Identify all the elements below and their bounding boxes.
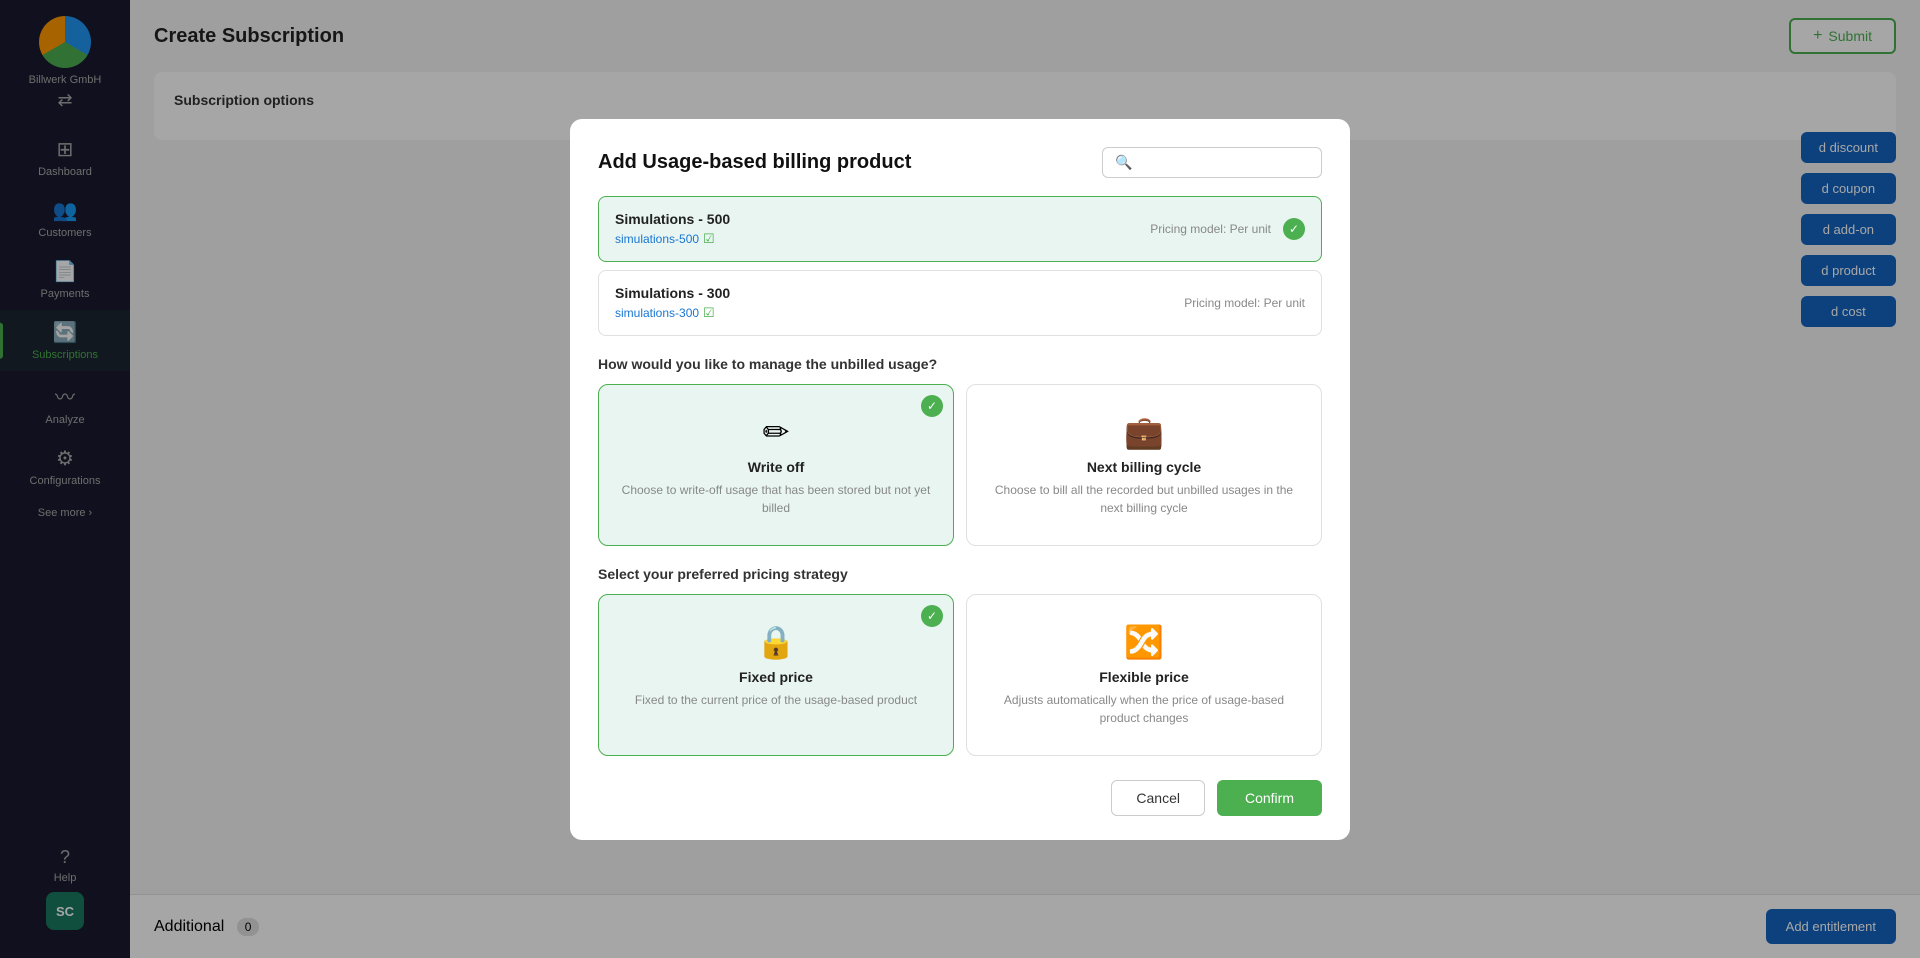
modal-dialog: Add Usage-based billing product 🔍 Simula… [570,119,1350,840]
search-box[interactable]: 🔍 [1102,147,1322,178]
product-name: Simulations - 300 [615,285,730,301]
pricing-model: Pricing model: Per unit [1150,222,1271,236]
option-next-billing[interactable]: 💼 Next billing cycle Choose to bill all … [966,384,1322,546]
product-item-info: Simulations - 500 simulations-500 ☑ [615,211,730,247]
write-off-icon: ✏ [619,413,933,451]
modal-title: Add Usage-based billing product [598,151,911,174]
fixed-price-icon: 🔒 [619,623,933,661]
product-item-right: Pricing model: Per unit ✓ [1150,218,1305,240]
option-selected-check: ✓ [921,605,943,627]
product-id: simulations-500 ☑ [615,231,730,247]
unbilled-options-grid: ✓ ✏ Write off Choose to write-off usage … [598,384,1322,546]
product-list: Simulations - 500 simulations-500 ☑ Pric… [598,196,1322,336]
confirm-button[interactable]: Confirm [1217,780,1322,816]
pricing-section-label: Select your preferred pricing strategy [598,566,1322,582]
option-title: Write off [619,459,933,475]
search-input[interactable] [1140,155,1309,170]
confirm-label: Confirm [1245,790,1294,806]
product-id: simulations-300 ☑ [615,305,730,321]
option-desc: Choose to write-off usage that has been … [619,481,933,517]
cancel-label: Cancel [1136,790,1180,806]
billing-cycle-icon: 💼 [987,413,1301,451]
product-name: Simulations - 500 [615,211,730,227]
option-flexible-price[interactable]: 🔀 Flexible price Adjusts automatically w… [966,594,1322,756]
verified-icon: ☑ [703,231,715,247]
cancel-button[interactable]: Cancel [1111,780,1205,816]
flexible-price-icon: 🔀 [987,623,1301,661]
option-desc: Choose to bill all the recorded but unbi… [987,481,1301,517]
verified-icon: ☑ [703,305,715,321]
product-item-simulations-500[interactable]: Simulations - 500 simulations-500 ☑ Pric… [598,196,1322,262]
option-title: Flexible price [987,669,1301,685]
selected-checkmark: ✓ [1283,218,1305,240]
modal-overlay[interactable]: Add Usage-based billing product 🔍 Simula… [0,0,1920,958]
option-title: Next billing cycle [987,459,1301,475]
option-title: Fixed price [619,669,933,685]
option-fixed-price[interactable]: ✓ 🔒 Fixed price Fixed to the current pri… [598,594,954,756]
option-write-off[interactable]: ✓ ✏ Write off Choose to write-off usage … [598,384,954,546]
pricing-options-grid: ✓ 🔒 Fixed price Fixed to the current pri… [598,594,1322,756]
unbilled-section-label: How would you like to manage the unbille… [598,356,1322,372]
modal-footer: Cancel Confirm [598,780,1322,816]
product-item-info: Simulations - 300 simulations-300 ☑ [615,285,730,321]
pricing-model: Pricing model: Per unit [1184,296,1305,310]
option-selected-check: ✓ [921,395,943,417]
product-item-simulations-300[interactable]: Simulations - 300 simulations-300 ☑ Pric… [598,270,1322,336]
option-desc: Fixed to the current price of the usage-… [619,691,933,709]
option-desc: Adjusts automatically when the price of … [987,691,1301,727]
search-icon: 🔍 [1115,154,1132,171]
modal-header: Add Usage-based billing product 🔍 [598,147,1322,178]
product-item-right: Pricing model: Per unit [1184,294,1305,312]
